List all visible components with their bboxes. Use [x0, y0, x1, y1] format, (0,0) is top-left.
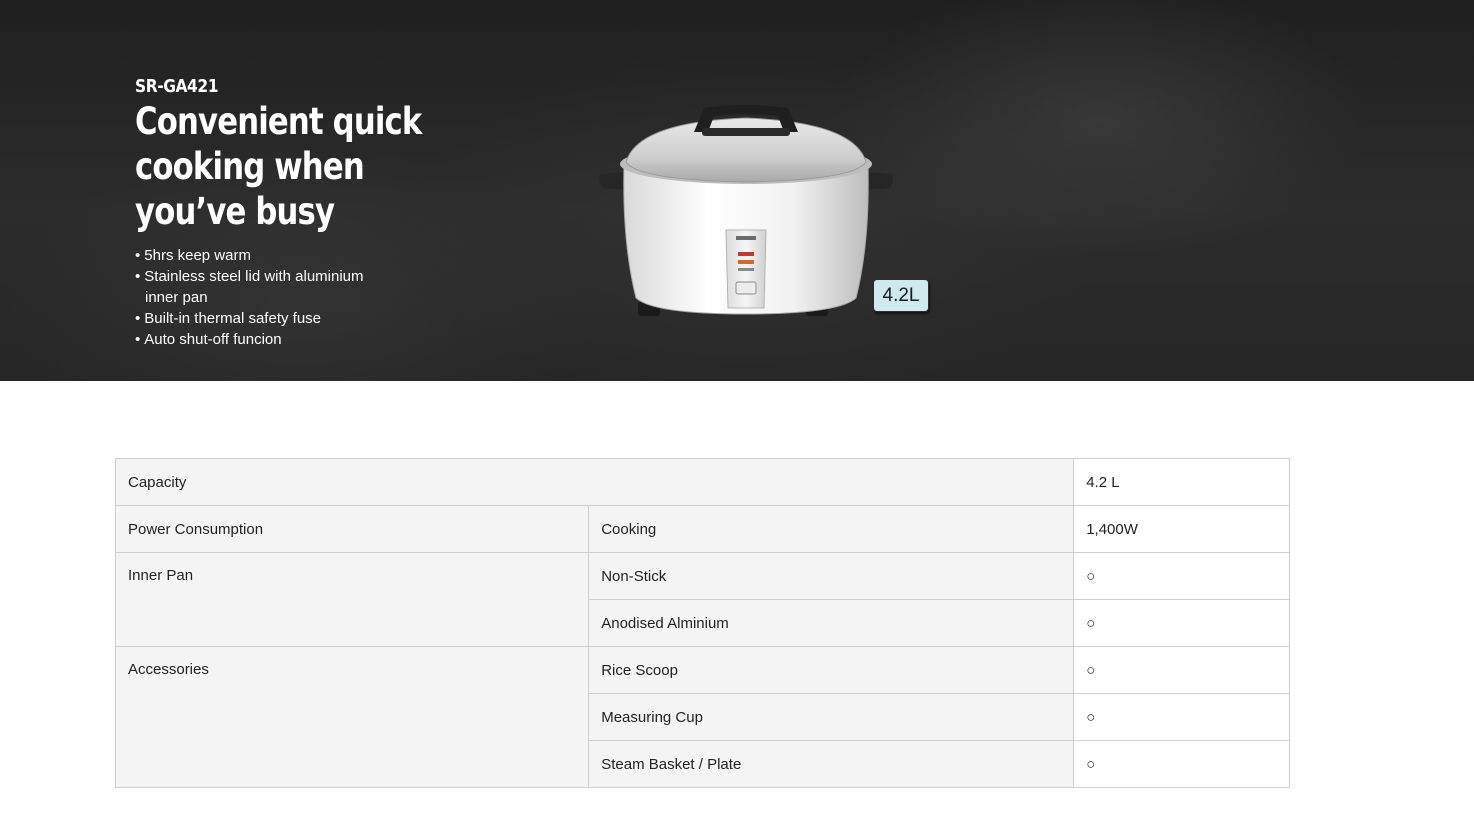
feature-item: Auto shut-off funcion	[135, 329, 395, 350]
spec-label-inner-pan: Inner Pan	[114, 552, 590, 647]
spec-sub-rice-scoop: Rice Scoop	[588, 646, 1075, 694]
spec-label-capacity: Capacity	[114, 458, 1075, 506]
spec-value-anodised: ○	[1073, 599, 1290, 647]
headline: Convenient quick cooking when you’ve bus…	[135, 99, 422, 234]
headline-line: cooking when	[135, 145, 365, 188]
table-row: Inner Pan Non-Stick ○	[114, 552, 1290, 647]
spec-value-capacity: 4.2 L	[1073, 458, 1290, 506]
spec-value-measuring-cup: ○	[1073, 693, 1290, 741]
spec-label-power: Power Consumption	[114, 505, 590, 553]
headline-line: Convenient quick	[135, 100, 422, 143]
spec-value-non-stick: ○	[1073, 552, 1290, 600]
capacity-badge: 4.2L	[873, 279, 929, 312]
model-number: SR-GA421	[135, 76, 219, 97]
spec-sub-measuring-cup: Measuring Cup	[588, 693, 1075, 741]
spec-value-power: 1,400W	[1073, 505, 1290, 553]
rice-cooker-image	[599, 105, 893, 316]
spec-value-rice-scoop: ○	[1073, 646, 1290, 694]
spec-value-steam-basket: ○	[1073, 740, 1290, 788]
spec-sub-non-stick: Non-Stick	[588, 552, 1075, 600]
feature-item: Built-in thermal safety fuse	[135, 308, 395, 329]
feature-item: 5hrs keep warm	[135, 245, 395, 266]
hero-banner: SR-GA421 Convenient quick cooking when y…	[0, 0, 1474, 381]
spec-table: Capacity 4.2 L Power Consumption Cooking…	[114, 458, 1290, 788]
headline-line: you’ve busy	[135, 190, 335, 233]
feature-list: 5hrs keep warm Stainless steel lid with …	[135, 245, 395, 350]
feature-item: Stainless steel lid with aluminium inner…	[135, 266, 395, 308]
spec-sub-anodised: Anodised Alminium	[588, 599, 1075, 647]
spec-label-accessories: Accessories	[114, 646, 590, 788]
spec-sub-steam-basket: Steam Basket / Plate	[588, 740, 1075, 788]
spec-sub-cooking: Cooking	[588, 505, 1075, 553]
table-row: Power Consumption Cooking 1,400W	[114, 505, 1290, 553]
table-row: Accessories Rice Scoop ○	[114, 646, 1290, 788]
table-row: Capacity 4.2 L	[114, 458, 1290, 506]
